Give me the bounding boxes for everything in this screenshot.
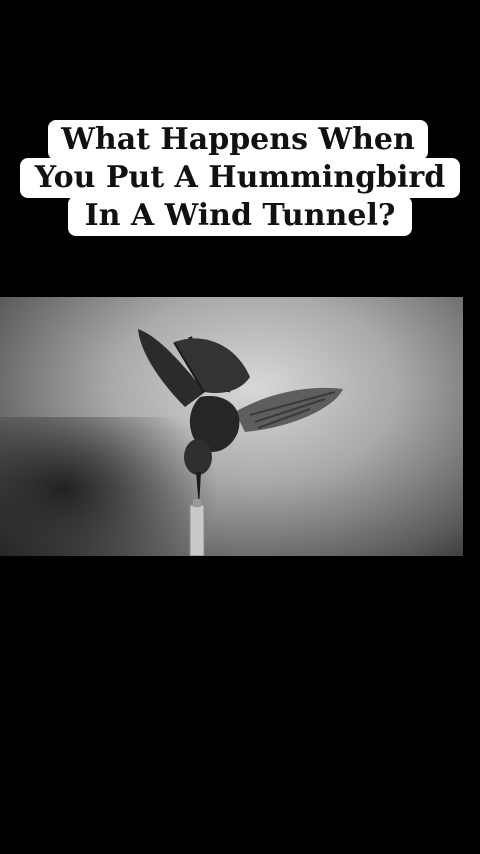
- video-frame[interactable]: [0, 297, 463, 556]
- hummingbird-image: [138, 329, 343, 556]
- feeder-tip: [193, 499, 201, 507]
- bird-head: [184, 439, 212, 475]
- caption-line-3: In A Wind Tunnel?: [68, 196, 412, 236]
- feeder-tube: [189, 504, 205, 556]
- caption-line-2: You Put A Hummingbird: [20, 158, 460, 198]
- caption-line-1: What Happens When: [48, 120, 428, 160]
